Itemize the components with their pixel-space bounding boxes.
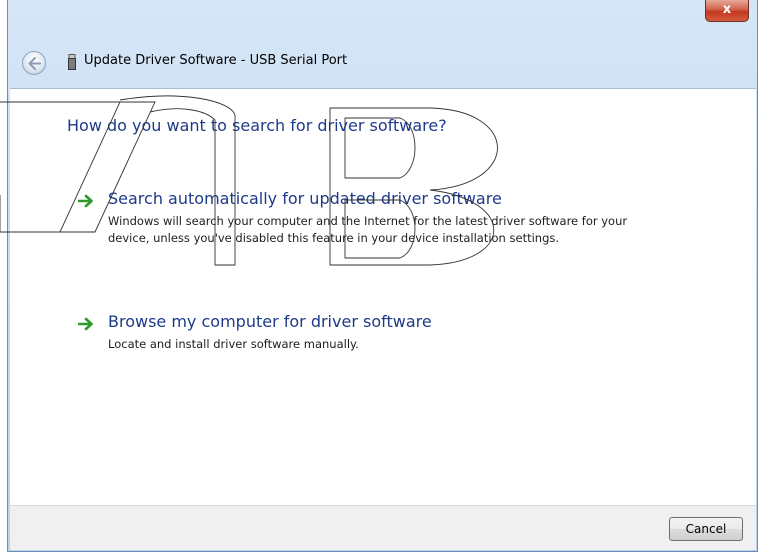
- option-description: Locate and install driver software manua…: [108, 337, 359, 351]
- back-button[interactable]: [22, 51, 46, 75]
- usb-device-icon: [68, 54, 76, 70]
- content-area: How do you want to search for driver sof…: [10, 88, 756, 505]
- search-automatically-option[interactable]: Search automatically for updated driver …: [78, 189, 678, 269]
- green-arrow-icon: [78, 317, 93, 331]
- title-bar: x Update Driver Software - USB Serial Po…: [8, 0, 757, 96]
- back-arrow-icon: [28, 57, 41, 70]
- dialog-window: x Update Driver Software - USB Serial Po…: [7, 0, 758, 552]
- page-heading: How do you want to search for driver sof…: [67, 116, 447, 135]
- close-button[interactable]: x: [705, 0, 749, 22]
- cancel-button[interactable]: Cancel: [669, 517, 743, 541]
- button-bar: Cancel: [10, 505, 756, 550]
- window-title: Update Driver Software - USB Serial Port: [84, 53, 348, 68]
- option-title: Search automatically for updated driver …: [108, 189, 502, 208]
- option-title: Browse my computer for driver software: [108, 312, 432, 331]
- green-arrow-icon: [78, 194, 93, 208]
- browse-computer-option[interactable]: Browse my computer for driver software L…: [78, 312, 678, 356]
- option-description: Windows will search your computer and th…: [108, 214, 628, 245]
